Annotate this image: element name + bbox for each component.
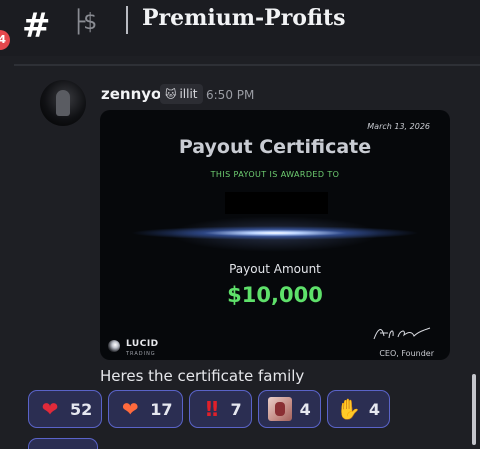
custom-image-icon [267,397,292,421]
lucid-logo-icon [108,340,120,352]
certificate-title: Payout Certificate [178,136,372,158]
server-tag[interactable]: 🐱 illit [160,84,203,104]
add-reaction-button[interactable] [28,438,98,449]
reaction-double-exclamation[interactable]: !! 7 [188,390,252,428]
reaction-red-heart[interactable]: ❤ 52 [28,390,103,428]
brand-name: LUCID [126,339,159,349]
channel-name[interactable]: Premium-Profits [142,5,346,31]
server-tag-label: illit [179,87,198,101]
message-text: Heres the certificate family [100,367,305,385]
channel-header: 4 # ├$ Premium-Profits [0,0,480,56]
red-heart-icon: ❤ [41,397,59,421]
reaction-count: 4 [299,399,311,419]
avatar-figure [56,90,70,116]
glow-line [130,226,420,240]
username[interactable]: zennyo [101,85,161,103]
payout-amount: $10,000 [227,283,323,307]
reaction-count: 7 [230,399,242,419]
reaction-clapping-hands[interactable]: ✋ 4 [326,390,390,428]
unread-badge[interactable]: 4 [0,30,10,50]
reactions-bar: ❤ 52 ❤ 17 !! 7 4 ✋ 4 [28,390,390,428]
cat-icon: 🐱 [165,87,177,101]
certificate-subtitle: THIS PAYOUT IS AWARDED TO [210,170,340,179]
channel-glyph: ├$ [72,10,97,35]
reaction-count: 52 [70,399,93,419]
signature [373,327,431,340]
avatar[interactable] [40,80,86,126]
text-channel-icon: # [22,6,51,46]
channel-separator [126,6,128,34]
header-divider [14,64,480,66]
reaction-custom-image[interactable]: 4 [257,390,321,428]
reaction-heart-on-fire[interactable]: ❤ 17 [108,390,183,428]
certificate-date: March 13, 2026 [367,122,430,131]
double-exclamation-icon: !! [204,397,219,421]
signatory-role: CEO, Founder [379,349,434,358]
brand-subname: TRADING [126,351,156,357]
clapping-hands-icon: ✋ [336,397,362,421]
timestamp: 6:50 PM [206,88,255,102]
reaction-count: 17 [150,399,173,419]
redacted-name [225,192,328,214]
scrollbar[interactable] [472,374,476,445]
heart-on-fire-icon: ❤ [121,397,139,421]
amount-label: Payout Amount [229,262,321,276]
reaction-count: 4 [368,399,380,419]
payout-certificate-image[interactable]: March 13, 2026 Payout Certificate THIS P… [100,110,450,360]
